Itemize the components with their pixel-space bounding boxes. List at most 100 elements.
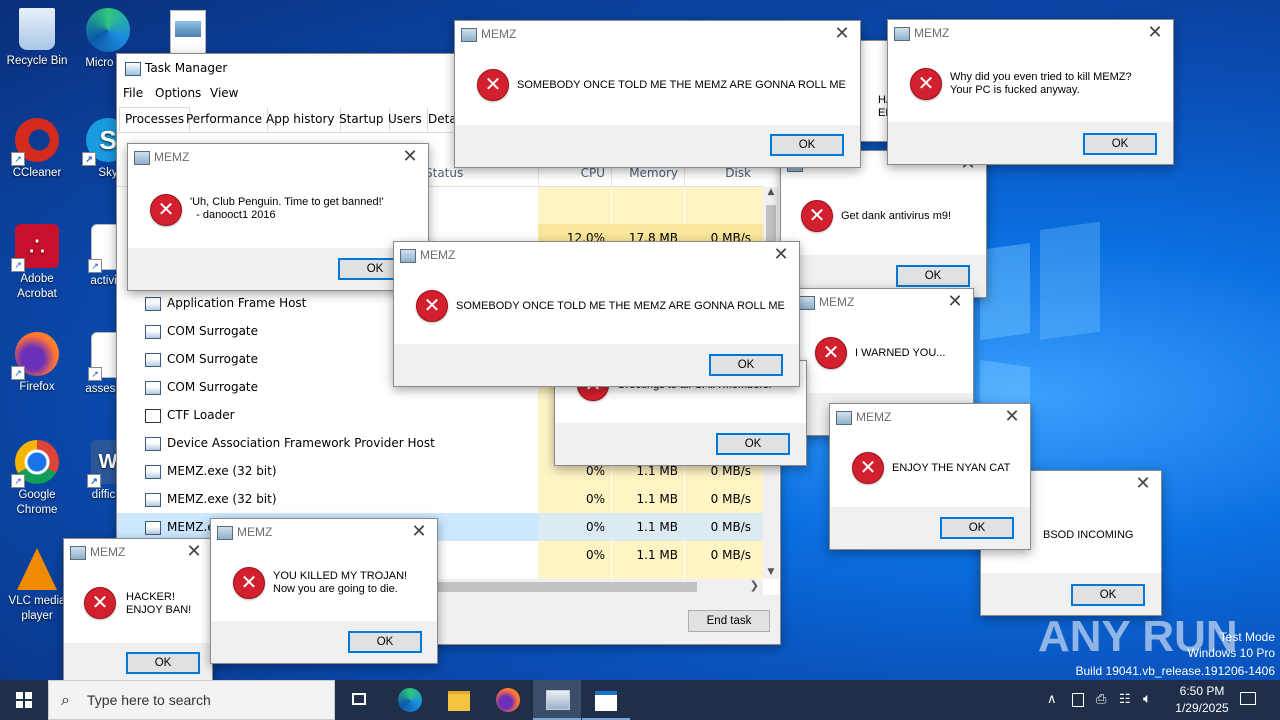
tab-processes[interactable]: Processes [119,107,191,132]
app-icon [400,249,416,263]
dialog-titlebar[interactable]: MEMZ ✕ [211,519,437,547]
taskbar-task-manager[interactable] [582,680,630,720]
desktop-icon-label: Sky [98,167,118,179]
tab-app-history[interactable]: App history [261,108,341,131]
taskbar-file-explorer[interactable] [435,680,483,720]
tablet-icon[interactable] [1072,693,1084,707]
ok-button[interactable]: OK [940,517,1014,539]
process-name: MEMZ.e [167,520,215,534]
scroll-down-arrow[interactable]: ▼ [763,567,779,577]
ok-button[interactable]: OK [709,354,783,376]
process-name: MEMZ.exe (32 bit) [167,464,277,478]
close-icon[interactable]: ✕ [832,24,852,44]
network-icon[interactable]: ☷ [1119,691,1131,707]
desktop-icon-ccleaner[interactable]: ↗ CCleaner [2,118,72,181]
volume-icon[interactable]: 🔈︎ [1143,690,1151,707]
error-icon: ✕ [416,290,448,322]
desktop-icon-label: Google Chrome [16,489,58,516]
tab-users[interactable]: Users [383,108,428,131]
notification-icon[interactable] [1240,692,1256,705]
taskbar-firefox[interactable] [484,680,532,720]
error-icon: ✕ [233,567,265,599]
scroll-right-arrow[interactable]: ❯ [750,579,759,592]
memz-dialog[interactable]: MEMZ ✕ ✕ SOMEBODY ONCE TOLD ME THE MEMZ A… [454,20,861,168]
dialog-titlebar[interactable]: MEMZ ✕ [394,242,799,270]
start-button[interactable] [0,680,48,720]
cpu-value: 0% [585,548,605,562]
close-icon[interactable]: ✕ [409,522,429,542]
firefox-icon: ↗ [11,332,59,380]
memz-dialog[interactable]: MEMZ ✕ ✕ Why did you even tried to kill M… [887,19,1174,165]
error-icon: ✕ [84,587,116,619]
end-task-button[interactable]: End task [688,610,770,632]
dialog-message: Why did you even tried to kill MEMZ? You… [950,71,1132,96]
desktop-icon-recycle-bin[interactable]: Recycle Bin [2,8,72,69]
tab-performance[interactable]: Performance [181,108,269,131]
dialog-titlebar[interactable]: MEMZ ✕ [455,21,860,49]
search-box[interactable]: ⌕ Type here to search [48,680,335,720]
process-icon [145,437,161,451]
desktop-icon-label: Adobe Acrobat [17,273,57,300]
process-name: MEMZ.exe (32 bit) [167,492,277,506]
close-icon[interactable]: ✕ [1145,23,1165,43]
ok-button[interactable]: OK [1083,133,1157,155]
desktop-icon-chrome[interactable]: ↗ Google Chrome [2,440,72,518]
menu-file[interactable]: File [123,86,143,100]
network-status-icon[interactable]: ⎙ [1096,691,1106,707]
close-icon[interactable]: ✕ [1002,407,1022,427]
ok-button[interactable]: OK [1071,584,1145,606]
close-icon[interactable]: ✕ [1133,474,1153,494]
tab-startup[interactable]: Startup [334,108,390,131]
scroll-up-arrow[interactable]: ▲ [763,187,779,197]
recycle-bin-icon [19,8,55,50]
menu-view[interactable]: View [210,86,238,100]
desktop-icon-firefox[interactable]: ↗ Firefox [2,332,72,395]
process-icon [145,353,161,367]
ok-button[interactable]: OK [770,134,844,156]
close-icon[interactable]: ✕ [184,542,204,562]
ok-button[interactable]: OK [896,265,970,287]
process-name: COM Surrogate [167,324,259,338]
memz-dialog[interactable]: MEMZ ✕ ✕ YOU KILLED MY TROJAN! Now you ar… [210,518,438,664]
memz-dialog[interactable]: MEMZ ✕ ✕ ENJOY THE NYAN CAT OK [829,403,1031,550]
column-memory[interactable]: Memory [617,166,678,180]
dialog-title: MEMZ [481,27,517,41]
task-view-button[interactable] [336,680,384,720]
desktop-icon-vlc[interactable]: VLC media player [2,548,72,624]
ok-button[interactable]: OK [716,433,790,455]
memz-dialog[interactable]: ✕ ✕ Get dank antivirus m9! OK [780,150,987,298]
close-icon[interactable]: ✕ [400,147,420,167]
memz-dialog[interactable]: MEMZ ✕ ✕ HACKER! ENJOY BAN! OK [63,538,213,686]
error-icon: ✕ [852,452,884,484]
app-icon [134,151,150,165]
desktop-icon-acrobat[interactable]: ∴ ↗ Adobe Acrobat [2,224,72,302]
process-name: CTF Loader [167,408,235,422]
column-disk[interactable]: Disk [697,166,751,180]
taskbar-edge[interactable] [386,680,434,720]
chevron-up-icon[interactable]: ∧ [1047,691,1057,707]
app-icon [461,28,477,42]
dialog-title: MEMZ [914,26,950,40]
taskbar-memz[interactable] [533,680,581,720]
close-icon[interactable]: ✕ [945,292,965,312]
clock-time[interactable]: 6:50 PM [1172,684,1232,698]
ok-button[interactable]: OK [348,631,422,653]
dialog-titlebar[interactable]: MEMZ ✕ [128,144,428,172]
memz-dialog[interactable]: MEMZ ✕ ✕ 'Uh, Club Penguin. Time to get b… [127,143,429,291]
dialog-message: YOU KILLED MY TROJAN! Now you are going … [273,570,408,595]
ok-button[interactable]: OK [126,652,200,674]
dialog-message: I WARNED YOU... [855,347,946,359]
dialog-titlebar[interactable]: MEMZ ✕ [793,289,973,317]
process-row[interactable]: MEMZ.exe (32 bit) 0% 1.1 MB 0 MB/s [117,485,763,513]
column-cpu[interactable]: CPU [559,166,605,180]
desktop-file-icon[interactable] [170,10,206,54]
memz-dialog[interactable]: MEMZ ✕ ✕ SOMEBODY ONCE TOLD ME THE MEMZ A… [393,241,800,387]
close-icon[interactable]: ✕ [771,245,791,265]
menu-options[interactable]: Options [155,86,201,100]
clock-date[interactable]: 1/29/2025 [1166,701,1238,715]
dialog-titlebar[interactable]: MEMZ ✕ [64,539,212,567]
dialog-titlebar[interactable]: MEMZ ✕ [888,20,1173,48]
app-icon [217,526,233,540]
column-status[interactable]: Status [425,166,463,180]
dialog-titlebar[interactable]: MEMZ ✕ [830,404,1030,432]
